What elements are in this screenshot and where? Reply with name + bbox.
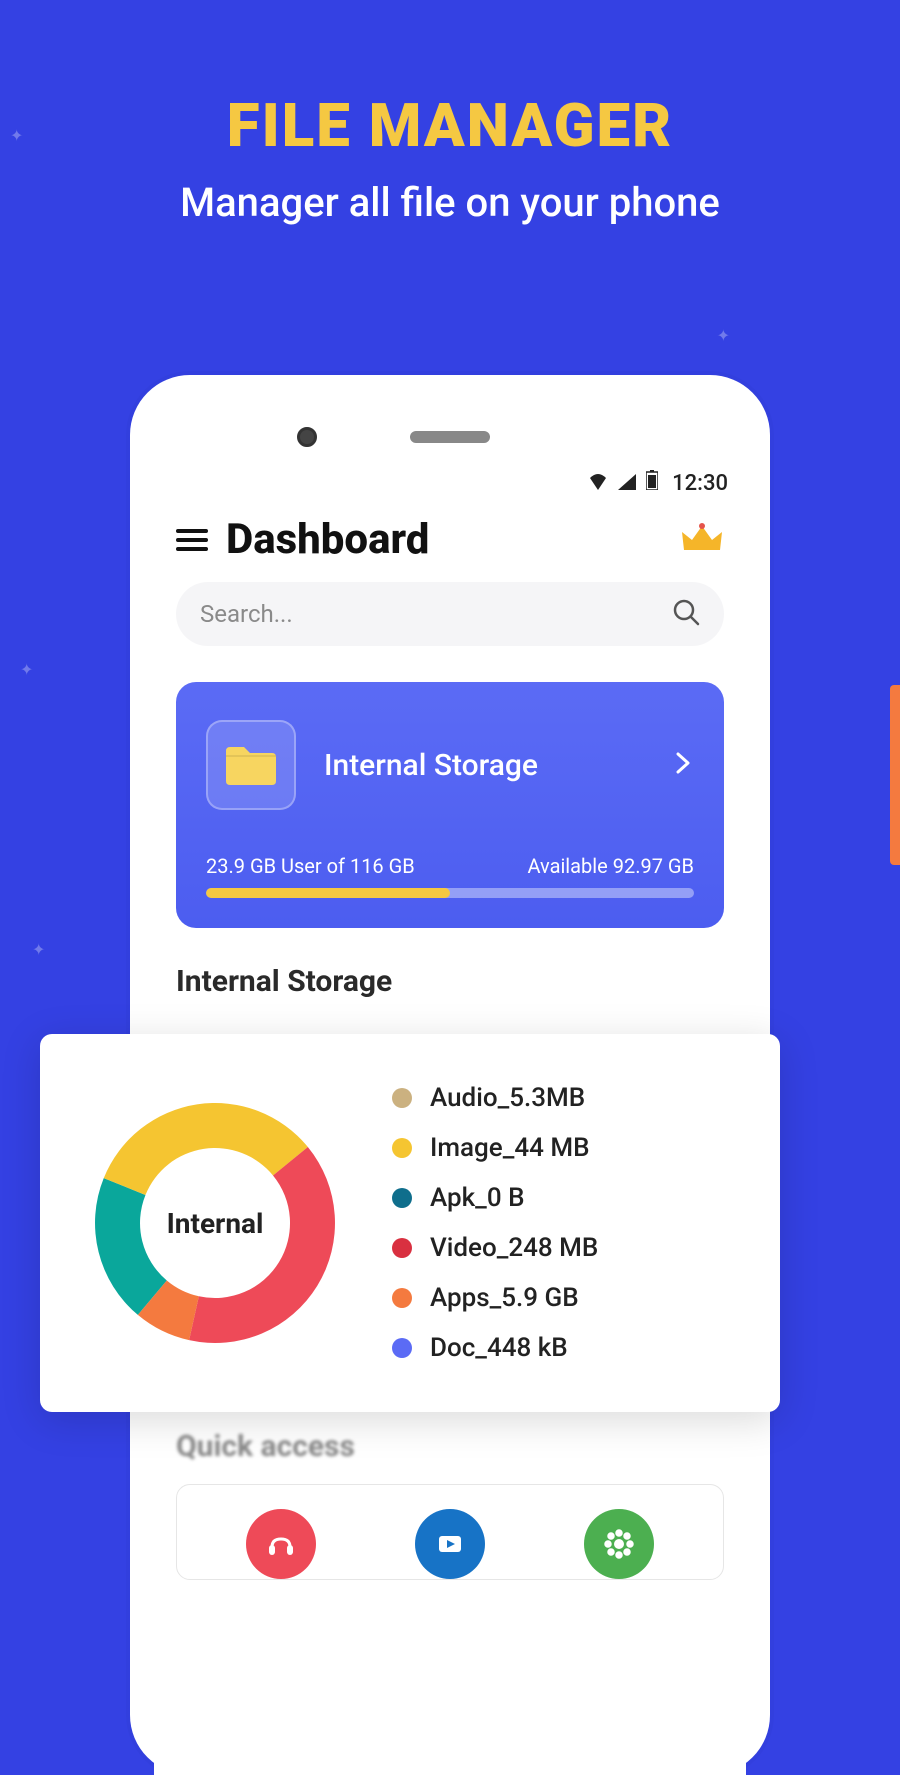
legend-item-audio: Audio_5.3MB: [392, 1083, 598, 1113]
battery-icon: [646, 470, 658, 496]
search-placeholder: Search...: [200, 600, 293, 628]
quick-audio-button[interactable]: [246, 1509, 316, 1579]
chevron-right-icon: [672, 752, 694, 778]
quick-access-row: [176, 1484, 724, 1580]
legend-item-apps: Apps_5.9 GB: [392, 1283, 598, 1313]
storage-progress: [206, 888, 694, 898]
storage-label: Internal Storage: [324, 748, 644, 783]
legend-dot: [392, 1138, 412, 1158]
legend-dot: [392, 1338, 412, 1358]
storage-used-text: 23.9 GB User of 116 GB: [206, 854, 415, 878]
legend-item-video: Video_248 MB: [392, 1233, 598, 1263]
storage-card[interactable]: Internal Storage 23.9 GB User of 116 GB …: [176, 682, 724, 928]
quick-access-heading: Quick access: [176, 1429, 724, 1464]
quick-video-button[interactable]: [415, 1509, 485, 1579]
crown-icon[interactable]: [680, 522, 724, 558]
menu-button[interactable]: [176, 529, 208, 551]
side-accent: [890, 685, 900, 865]
donut-center-label: Internal: [80, 1088, 350, 1358]
legend-dot: [392, 1188, 412, 1208]
page-title: Dashboard: [226, 515, 662, 564]
quick-apps-button[interactable]: [584, 1509, 654, 1579]
wifi-icon: [588, 471, 608, 496]
legend-item-image: Image_44 MB: [392, 1133, 598, 1163]
legend-dot: [392, 1088, 412, 1108]
status-time: 12:30: [672, 471, 728, 496]
status-bar: 12:30: [154, 465, 746, 501]
search-input[interactable]: Search...: [176, 582, 724, 646]
storage-donut-chart: Internal: [80, 1088, 350, 1358]
storage-progress-fill: [206, 888, 450, 898]
legend-dot: [392, 1288, 412, 1308]
folder-icon: [206, 720, 296, 810]
app-header: Dashboard: [154, 501, 746, 574]
search-icon: [672, 598, 700, 630]
promo-title: FILE MANAGER: [0, 90, 900, 161]
signal-icon: [618, 471, 636, 496]
promo-subtitle: Manager all file on your phone: [0, 179, 900, 226]
storage-legend: Audio_5.3MB Image_44 MB Apk_0 B Video_24…: [392, 1083, 598, 1363]
storage-available-text: Available 92.97 GB: [527, 854, 694, 878]
internal-heading: Internal Storage: [176, 964, 724, 999]
phone-speaker: [410, 431, 490, 443]
legend-dot: [392, 1238, 412, 1258]
legend-item-doc: Doc_448 kB: [392, 1333, 598, 1363]
storage-breakdown-card: Internal Audio_5.3MB Image_44 MB Apk_0 B…: [40, 1034, 780, 1412]
legend-item-apk: Apk_0 B: [392, 1183, 598, 1213]
phone-camera: [297, 427, 317, 447]
